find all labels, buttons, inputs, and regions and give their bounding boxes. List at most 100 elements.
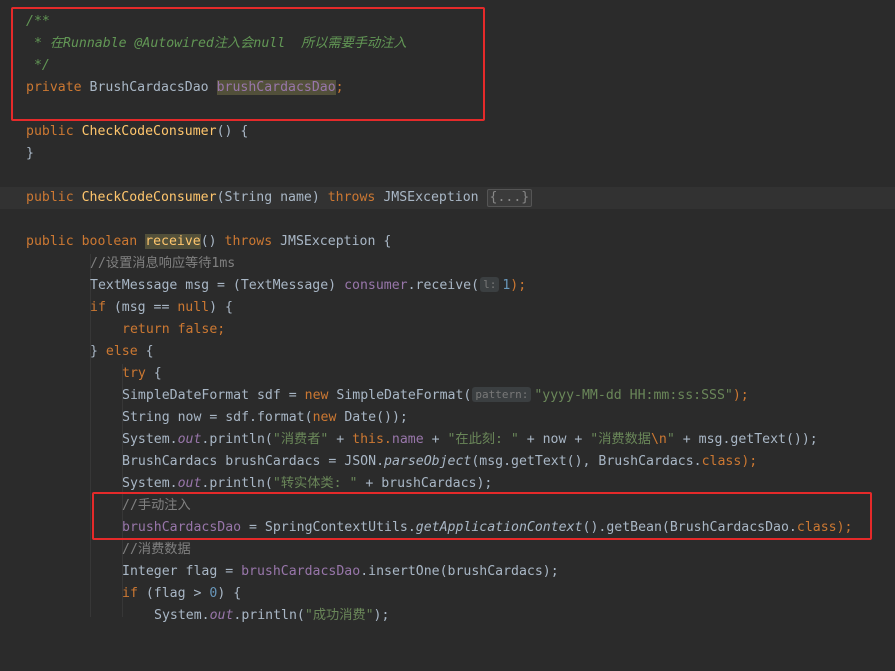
escape-sequence: \n: [650, 432, 667, 447]
folded-code-block[interactable]: {...}: [486, 189, 533, 207]
keyword-new: new: [304, 388, 329, 403]
field-brush-cardacs-dao[interactable]: brushCardacsDao: [241, 564, 360, 579]
code-line: return false;: [0, 319, 895, 341]
code-line: /**: [0, 11, 895, 33]
println-call: .println(: [201, 432, 273, 447]
field-name[interactable]: name: [392, 432, 424, 447]
static-method-get-application-context[interactable]: getApplicationContext: [416, 520, 583, 535]
comment-consume-data: //消费数据: [122, 542, 191, 557]
code-line: System.out.println("转实体类: " + brushCarda…: [0, 473, 895, 495]
insert-one-call: .insertOne(brushCardacs);: [360, 564, 559, 579]
string-quote: ": [666, 432, 675, 447]
get-bean-call: ().getBean(BrushCardacsDao.: [582, 520, 797, 535]
try-open: {: [145, 366, 162, 381]
doc-comment-close: */: [26, 58, 50, 73]
constructor-name[interactable]: CheckCodeConsumer: [82, 190, 217, 205]
semicolon: ;: [335, 80, 344, 95]
string-literal: "转实体类: ": [272, 476, 358, 491]
method-params: (): [200, 234, 225, 249]
string-literal: "消费者": [272, 432, 329, 447]
code-line: //设置消息响应等待1ms: [0, 253, 895, 275]
keyword-this: this: [352, 432, 384, 447]
code-line: } else {: [0, 341, 895, 363]
println-call: .println(: [201, 476, 273, 491]
operator-plus: +: [423, 432, 448, 447]
keyword-if: if: [122, 586, 138, 601]
statement-end: );: [510, 278, 527, 293]
if-condition: (flag >: [137, 586, 210, 601]
system-ref: System.: [154, 608, 210, 623]
doc-comment-open: /**: [26, 14, 50, 29]
statement-end: );: [373, 608, 390, 623]
keyword-new: new: [312, 410, 337, 425]
static-method-parse-object[interactable]: parseObject: [384, 454, 471, 469]
println-call: .println(: [233, 608, 305, 623]
doc-comment-body: * 在Runnable @Autowired注入会null 所以需要手动注入: [26, 36, 407, 51]
code-line: try {: [0, 363, 895, 385]
string-literal: "成功消费": [304, 608, 374, 623]
else-brace: }: [90, 344, 106, 359]
close-brace: }: [26, 146, 34, 161]
keyword-private: private: [26, 80, 82, 95]
operator-plus: +: [328, 432, 353, 447]
method-receive[interactable]: receive: [145, 234, 201, 249]
assign-spring-utils: = SpringContextUtils.: [241, 520, 416, 535]
type-name: BrushCardacsDao: [89, 80, 209, 95]
code-line-current: public CheckCodeConsumer(String name) th…: [0, 187, 895, 209]
parse-args: (msg.getText(), BrushCardacs.: [471, 454, 702, 469]
code-line: public CheckCodeConsumer() {: [0, 121, 895, 143]
string-literal: "在此刻: ": [447, 432, 519, 447]
constructor-params: (String name): [216, 190, 328, 205]
sdf-ctor: SimpleDateFormat(: [328, 388, 472, 403]
system-ref: System.: [122, 432, 178, 447]
code-line: private BrushCardacsDao brushCardacsDao;: [0, 77, 895, 99]
constructor-name[interactable]: CheckCodeConsumer: [82, 124, 217, 139]
code-line: Integer flag = brushCardacsDao.insertOne…: [0, 561, 895, 583]
code-line: */: [0, 55, 895, 77]
code-line: String now = sdf.format(new Date());: [0, 407, 895, 429]
code-line: * 在Runnable @Autowired注入会null 所以需要手动注入: [0, 33, 895, 55]
code-editor[interactable]: /** * 在Runnable @Autowired注入会null 所以需要手动…: [0, 0, 895, 623]
constructor-params: () {: [216, 124, 249, 139]
keyword-public: public: [26, 124, 74, 139]
string-literal-pattern: "yyyy-MM-dd HH:mm:ss:SSS": [534, 388, 733, 403]
if-condition: (msg ==: [105, 300, 178, 315]
code-line: }: [0, 143, 895, 165]
statement-end: );: [732, 388, 749, 403]
code-line: TextMessage msg = (TextMessage) consumer…: [0, 275, 895, 297]
statement-end: );: [836, 520, 853, 535]
if-condition-end: ) {: [217, 586, 242, 601]
concat-get-text: + msg.getText());: [674, 432, 818, 447]
comment-manual-inject: //手动注入: [122, 498, 191, 513]
code-line: System.out.println("成功消费");: [0, 605, 895, 627]
field-brush-cardacs-dao[interactable]: brushCardacsDao: [122, 520, 241, 535]
keyword-throws: throws: [327, 190, 376, 205]
keyword-public: public: [26, 234, 74, 249]
field-brush-cardacs-dao[interactable]: brushCardacsDao: [216, 80, 336, 95]
keyword-if: if: [90, 300, 106, 315]
code-line: public boolean receive() throws JMSExcep…: [0, 231, 895, 253]
keyword-class: class: [796, 520, 837, 535]
semicolon: ;: [217, 322, 226, 337]
code-line: //手动注入: [0, 495, 895, 517]
code-line: SimpleDateFormat sdf = new SimpleDateFor…: [0, 385, 895, 407]
static-field-out: out: [209, 608, 234, 623]
concat-entity: + brushCardacs);: [357, 476, 493, 491]
string-now-decl: String now = sdf.format(: [122, 410, 313, 425]
exception-type: JMSException {: [272, 234, 392, 249]
string-literal: "消费数据: [590, 432, 651, 447]
static-field-out: out: [177, 432, 202, 447]
keyword-null: null: [177, 300, 210, 315]
text-message-decl: TextMessage msg = (TextMessage): [90, 278, 345, 293]
code-line: brushCardacsDao = SpringContextUtils.get…: [0, 517, 895, 539]
static-field-out: out: [177, 476, 202, 491]
keyword-return-false: return false: [122, 322, 218, 337]
receive-call: .receive(: [407, 278, 480, 293]
parameter-hint: l:: [480, 277, 500, 292]
field-consumer[interactable]: consumer: [344, 278, 408, 293]
brush-cardacs-decl: BrushCardacs brushCardacs = JSON.: [122, 454, 385, 469]
keyword-boolean: boolean: [81, 234, 138, 249]
parameter-hint-pattern: pattern:: [472, 387, 532, 402]
statement-end: );: [741, 454, 758, 469]
code-line: //消费数据: [0, 539, 895, 561]
